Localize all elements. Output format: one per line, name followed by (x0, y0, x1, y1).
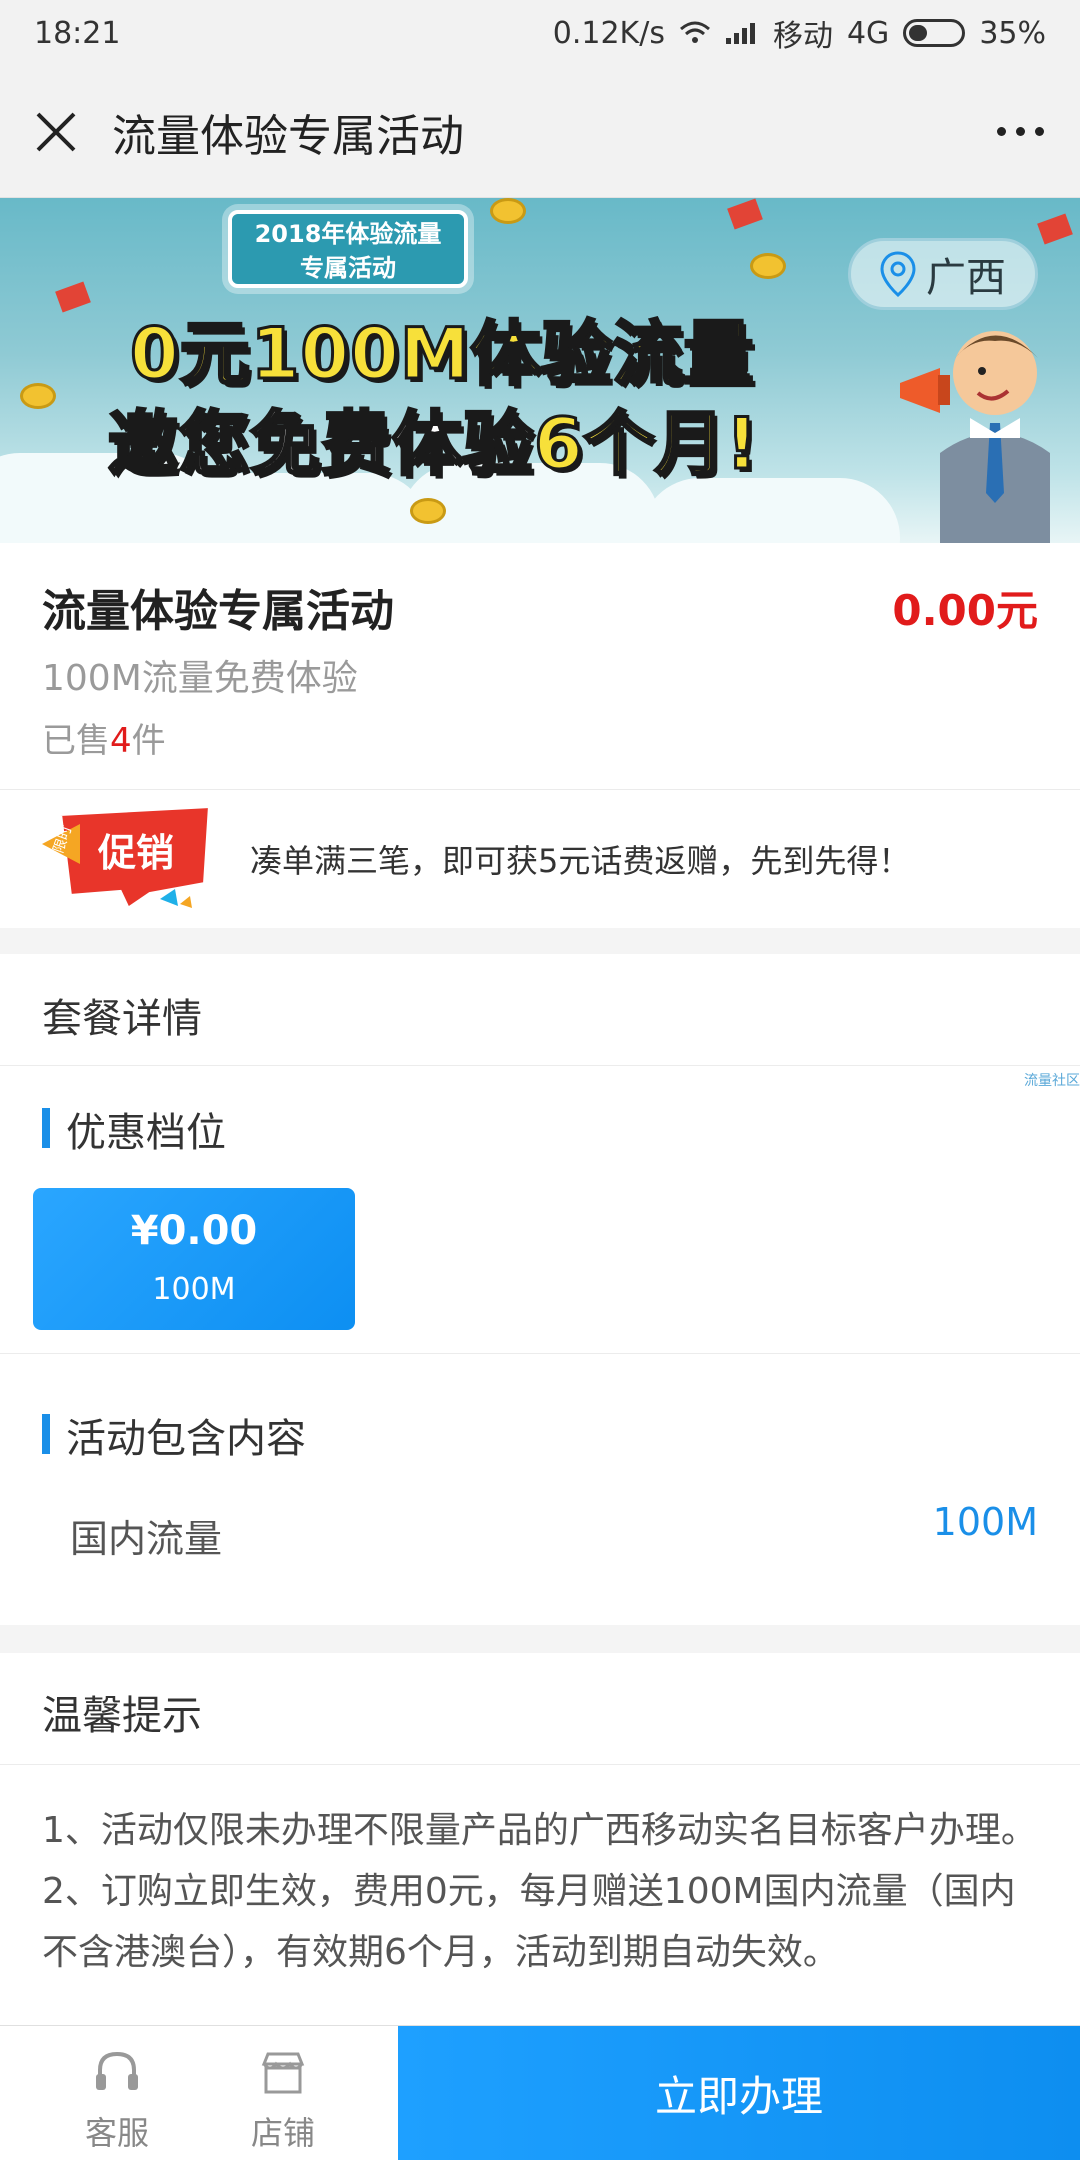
megaphone-man-illustration (900, 331, 1050, 543)
promo-row[interactable]: 限时 促销 凑单满三笔，即可获5元话费返赠，先到先得！ (0, 790, 1080, 928)
page-title: 流量体验专属活动 (112, 110, 464, 162)
package-details-title: 套餐详情 (42, 996, 202, 1042)
apply-now-button[interactable]: 立即办理 (398, 2026, 1080, 2160)
status-bar: 18:21 0.12K/s 移动 4G 35% (0, 0, 1080, 66)
status-time: 18:21 (34, 15, 121, 51)
location-pin-icon (880, 251, 916, 297)
red-envelope-icon (55, 281, 91, 313)
banner-headline: 0元100M体验流量 (128, 312, 755, 397)
content-row-label: 国内流量 (70, 1517, 223, 1561)
more-options-button[interactable] (960, 66, 1080, 198)
tip-line: 2、订购立即生效，费用0元，每月赠送100M国内流量（国内不含港澳台），有效期6… (42, 1871, 1016, 1973)
headset-icon (96, 2051, 138, 2090)
banner-tag: 2018年体验流量 专属活动 (228, 210, 468, 288)
close-icon (36, 112, 76, 151)
promo-text: 凑单满三笔，即可获5元话费返赠，先到先得！ (250, 842, 911, 880)
tips-header: 温馨提示 (0, 1653, 1080, 1765)
location-label: 广西 (926, 255, 1006, 301)
tips-title: 温馨提示 (42, 1693, 202, 1739)
customer-service-tab[interactable]: 客服 (37, 2026, 197, 2160)
more-dots-icon (996, 127, 1006, 136)
product-subtitle: 100M流量免费体验 (42, 658, 358, 699)
battery-icon (903, 19, 966, 47)
signal-icon (725, 21, 759, 45)
product-name: 流量体验专属活动 (42, 586, 394, 637)
section-gap (0, 1625, 1080, 1653)
network-speed: 0.12K/s (552, 15, 665, 51)
svg-text:促销: 促销 (97, 831, 174, 875)
title-bar: 流量体验专属活动 (0, 66, 1080, 198)
tier-price: ¥0.00 (130, 1208, 258, 1254)
promo-banner[interactable]: 2018年体验流量 专属活动 0元100M体验流量 邀您免费体验6个月! 广西 (0, 198, 1080, 543)
sold-count: 已售4件 (42, 721, 166, 761)
page: 18:21 0.12K/s 移动 4G 35% 流量体验专属活动 2018年体验… (0, 0, 1080, 2160)
tips-body: 1、活动仅限未办理不限量产品的广西移动实名目标客户办理。 2、订购立即生效，费用… (42, 1800, 1042, 1983)
watermark-text: 流量社区 (1024, 1073, 1080, 1089)
product-price: 0.00元 (892, 586, 1038, 635)
shop-tab[interactable]: 店铺 (203, 2026, 363, 2160)
tier-heading: 优惠档位 (42, 1100, 226, 1158)
package-details-header: 套餐详情 (0, 954, 1080, 1066)
contents-heading: 活动包含内容 (42, 1406, 306, 1464)
coin-icon (20, 383, 56, 409)
status-right: 0.12K/s 移动 4G 35% (553, 11, 1046, 55)
promo-badge-icon: 限时 促销 (42, 804, 213, 912)
banner-subheadline: 邀您免费体验6个月! (107, 402, 760, 487)
tier-option-card[interactable]: ¥0.00 100M (33, 1188, 355, 1330)
location-selector[interactable]: 广西 (848, 238, 1038, 310)
battery-level: 35% (979, 15, 1046, 51)
product-info: 流量体验专属活动 0.00元 100M流量免费体验 已售4件 (0, 543, 1080, 790)
bottom-action-bar: 客服 店铺 立即办理 (0, 2025, 1080, 2160)
section-gap (0, 928, 1080, 954)
tier-volume: 100M (152, 1272, 236, 1307)
wifi-icon (679, 21, 711, 45)
carrier-name: 移动 (772, 19, 833, 54)
content-row-value: 100M (932, 1500, 1038, 1544)
divider (0, 1353, 1080, 1354)
tip-line: 1、活动仅限未办理不限量产品的广西移动实名目标客户办理。 (42, 1810, 1037, 1851)
network-type: 4G (846, 15, 890, 51)
shop-icon (261, 2052, 305, 2094)
close-button[interactable] (0, 66, 112, 198)
